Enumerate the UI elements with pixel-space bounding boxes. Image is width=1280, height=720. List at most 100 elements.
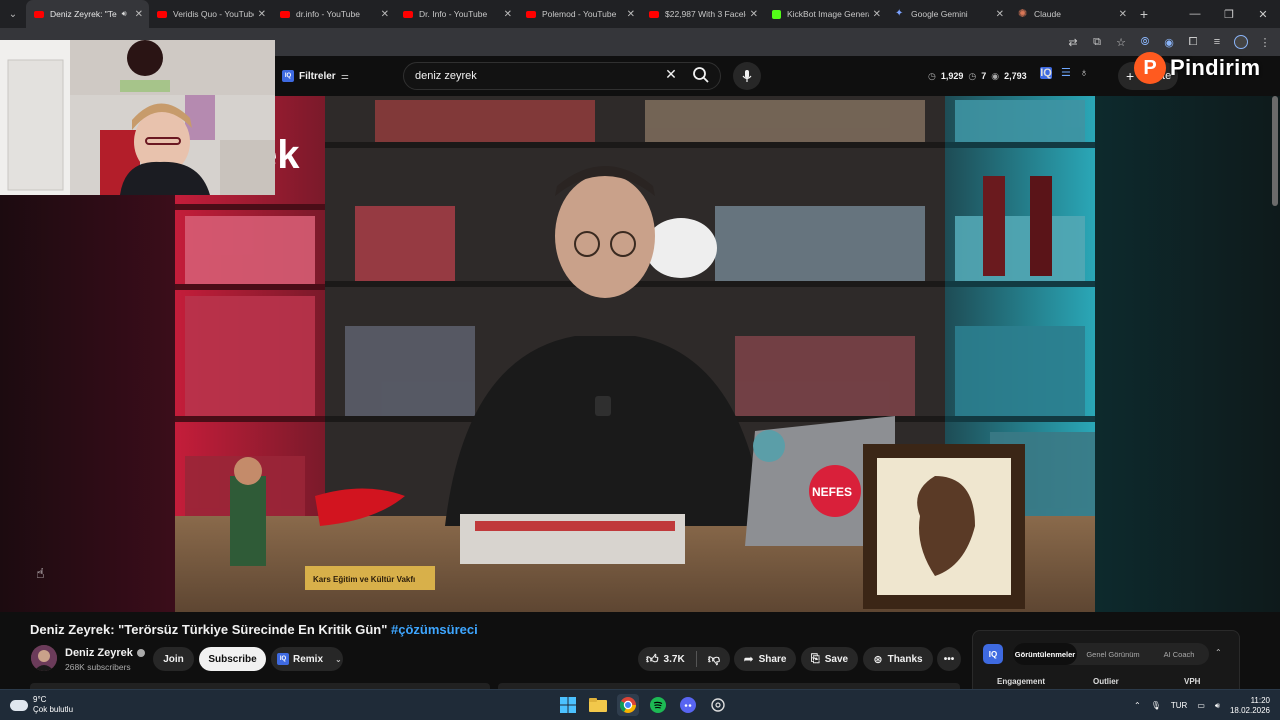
clear-search-icon[interactable]: ✕ [663, 66, 679, 86]
close-tab-icon[interactable]: ✕ [750, 9, 758, 20]
reading-list-icon[interactable]: ≡ [1210, 36, 1224, 48]
header-tools: IQ ☰ ♁ [1040, 66, 1088, 79]
browser-tab-polemod[interactable]: Polemod - YouTube ✕ [518, 0, 641, 28]
install-app-icon[interactable]: ⧉ [1090, 36, 1104, 49]
date: 18.02.2026 [1229, 705, 1270, 715]
page-scrollbar[interactable] [1272, 96, 1278, 206]
restore-icon[interactable]: ❐ [1212, 0, 1246, 28]
tab-title: KickBot Image Generat [787, 9, 869, 19]
browser-tab-kickbot[interactable]: KickBot Image Generat ✕ [764, 0, 887, 28]
youtube-icon [157, 10, 167, 18]
search-icon[interactable] [692, 66, 714, 86]
iq-tab-views[interactable]: Görüntülenmeler [1013, 643, 1077, 665]
share-icon: ➦ [743, 652, 754, 666]
bulb-icon[interactable]: ♁ [1080, 67, 1088, 79]
webcam-image [0, 40, 275, 195]
iq-icon: IQ [277, 653, 289, 665]
close-tab-icon[interactable]: ✕ [258, 9, 266, 20]
tab-search-icon[interactable]: ⌄ [0, 0, 26, 28]
webcam-overlay [0, 40, 275, 195]
microphone-icon[interactable] [733, 62, 761, 90]
remix-button[interactable]: IQ Remix ⌄ [271, 647, 343, 671]
thanks-button[interactable]: ⊛ Thanks [863, 647, 933, 671]
close-tab-icon[interactable]: ✕ [627, 9, 635, 20]
close-tab-icon[interactable]: ✕ [504, 9, 512, 20]
windows-start-icon[interactable] [557, 694, 579, 716]
share-button[interactable]: ➦ Share [734, 647, 796, 671]
discord-icon[interactable] [677, 694, 699, 716]
bookmark-star-icon[interactable]: ☆ [1114, 36, 1128, 49]
pindirim-watermark: P Pindirim [1134, 52, 1260, 84]
subscribe-button[interactable]: Subscribe [199, 647, 266, 671]
minimize-icon[interactable]: — [1178, 0, 1212, 28]
chevron-up-icon[interactable]: ⌃ [1134, 701, 1141, 710]
extension-icon[interactable]: ◉ [1162, 36, 1176, 49]
laptop-sticker-text: NEFES [812, 485, 852, 499]
stat-subs: 2,793 [1004, 71, 1027, 81]
hashtag-link[interactable]: #çözümsüreci [391, 622, 478, 637]
close-tab-icon[interactable]: ✕ [873, 9, 881, 20]
close-tab-icon[interactable]: ✕ [996, 9, 1004, 20]
channel-name[interactable]: Deniz Zeyrek [65, 647, 145, 659]
save-label: Save [824, 653, 849, 665]
cloud-icon [7, 696, 28, 711]
cast-icon[interactable]: ⦾ [1138, 36, 1152, 49]
microphone-tray-icon[interactable]: 🎙︎ [1151, 701, 1161, 710]
browser-tab-gemini[interactable]: ✦ Google Gemini ✕ [887, 0, 1010, 28]
close-window-icon[interactable]: ✕ [1246, 0, 1280, 28]
translate-icon[interactable]: ⇄ [1066, 36, 1080, 49]
chevron-up-icon[interactable]: ⌃ [1215, 648, 1222, 657]
weather-widget[interactable]: 9°C Çok bulutlu [7, 695, 74, 715]
list-icon[interactable]: ☰ [1061, 66, 1071, 79]
close-tab-icon[interactable]: ✕ [135, 9, 143, 20]
clock-icon: ◷ [968, 70, 977, 81]
menu-dots-icon[interactable]: ⋮ [1258, 36, 1272, 49]
weather-condition: Çok bulutlu [33, 705, 74, 714]
volume-icon[interactable]: 🔊︎ [1215, 701, 1220, 711]
clock-icon: ◷ [928, 70, 936, 81]
chrome-icon[interactable] [617, 694, 639, 716]
clock[interactable]: 11:20 18.02.2026 [1230, 696, 1270, 716]
chevron-down-icon: ⌄ [335, 654, 342, 664]
stat-views: 1,929 [940, 71, 964, 81]
verified-badge-icon [136, 649, 145, 657]
browser-tab-veridis-quo[interactable]: Veridis Quo - YouTube ✕ [149, 0, 272, 28]
iq-icon[interactable]: IQ [1040, 66, 1052, 79]
browser-tab-drinfo[interactable]: dr.info - YouTube ✕ [272, 0, 395, 28]
browser-tab-dr-info[interactable]: Dr. Info - YouTube ✕ [395, 0, 518, 28]
filters-button[interactable]: IQ Filtreler ⚌ [282, 65, 349, 87]
windows-taskbar: 9°C Çok bulutlu ⌃ 🎙︎ TUR ▭ 🔊︎ 11:20 18.0… [0, 689, 1280, 720]
youtube-icon [280, 10, 290, 18]
dislike-button[interactable]: 👎︎ [700, 647, 728, 671]
iq-analytics-panel: IQ Görüntülenmeler Genel Görünüm AI Coac… [972, 630, 1240, 690]
iq-tab-ai-coach[interactable]: AI Coach [1149, 643, 1209, 665]
speaker-icon[interactable]: 🔊︎ [122, 9, 127, 19]
channel-name-text: Deniz Zeyrek [65, 647, 133, 659]
close-tab-icon[interactable]: ✕ [381, 9, 389, 20]
remix-label: Remix [293, 653, 324, 665]
browser-tab-claude[interactable]: ✺ Claude ✕ [1010, 0, 1133, 28]
sliders-icon: ⚌ [340, 70, 349, 81]
extensions-puzzle-icon[interactable]: ⧠ [1186, 36, 1200, 49]
close-tab-icon[interactable]: ✕ [1119, 9, 1127, 20]
browser-tab-faceless[interactable]: $22,987 With 3 Faceles ✕ [641, 0, 764, 28]
iq-col-vph: VPH [1184, 677, 1201, 686]
join-button[interactable]: Join [153, 647, 194, 671]
new-tab-icon[interactable]: + [1133, 6, 1155, 22]
browser-tab-deniz-zeyrek[interactable]: Deniz Zeyrek: "Te 🔊︎ ✕ [26, 0, 149, 28]
save-button[interactable]: ⎘ Save [801, 647, 858, 671]
video-player[interactable]: z ek NEFES [175, 96, 1095, 612]
channel-stats: ◷ 1,929 ◷ 7 ◉ 2,793 [928, 65, 1027, 87]
pindirim-logo-icon: P [1134, 52, 1166, 84]
profile-avatar-icon[interactable] [1234, 35, 1248, 49]
language-indicator[interactable]: TUR [1171, 701, 1187, 710]
spotify-icon[interactable] [647, 694, 669, 716]
channel-avatar[interactable] [31, 645, 57, 671]
display-icon[interactable]: ▭ [1197, 701, 1205, 710]
settings-gear-icon[interactable] [707, 694, 729, 716]
youtube-icon [34, 10, 44, 18]
file-explorer-icon[interactable] [587, 694, 609, 716]
more-actions-button[interactable]: ••• [937, 647, 961, 671]
temperature: 9°C [33, 695, 47, 704]
iq-tab-overview[interactable]: Genel Görünüm [1077, 643, 1149, 665]
